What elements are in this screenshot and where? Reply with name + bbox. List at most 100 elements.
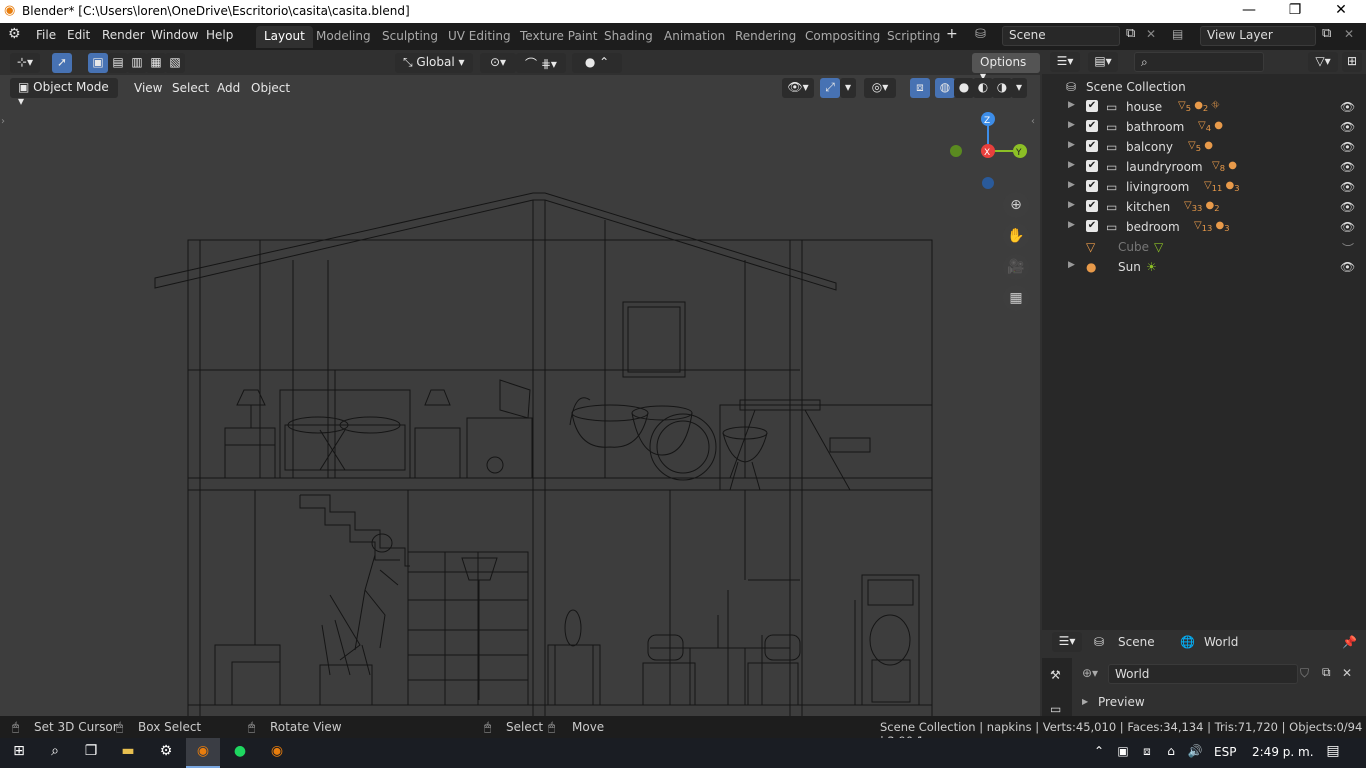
expand-icon[interactable]: ▶ bbox=[1068, 180, 1075, 190]
delete-view-layer-icon[interactable]: ✕ bbox=[1344, 27, 1354, 41]
expand-icon[interactable]: ▶ bbox=[1068, 260, 1075, 270]
expand-icon[interactable]: ▶ bbox=[1068, 220, 1075, 230]
options-dropdown[interactable]: Options ▾ bbox=[972, 53, 1040, 83]
blender-launcher-icon[interactable]: ◉ bbox=[266, 743, 288, 759]
preview-expand-icon[interactable]: ▶ bbox=[1082, 697, 1088, 706]
tree-row-collection[interactable]: ▶ ✔ ▭ laundryroom ▽8 ● 👁 bbox=[1042, 157, 1366, 177]
file-explorer-icon[interactable]: ▬ bbox=[117, 743, 139, 759]
expand-icon[interactable]: ▶ bbox=[1068, 160, 1075, 170]
proportional-editing-icon[interactable]: ● ⌃ bbox=[572, 53, 622, 73]
pan-hand-icon[interactable]: ✋ bbox=[1003, 223, 1029, 249]
tab-compositing[interactable]: Compositing bbox=[797, 26, 888, 48]
outliner-editor-type-icon[interactable]: ☰▾ bbox=[1050, 52, 1080, 72]
3d-viewport[interactable]: ⊹▾ ➚ ▣ ▤ ▥ ▦ ▧ ⤡ Global ▾ ⊙▾ ⌒ ⋕▾ ● ⌃ Op… bbox=[0, 50, 1040, 716]
toolbar-expand-icon[interactable]: › bbox=[1, 116, 5, 127]
pivot-point-icon[interactable]: ⊙▾ bbox=[480, 53, 516, 73]
exclude-checkbox[interactable]: ✔ bbox=[1086, 200, 1098, 212]
input-language[interactable]: ESP bbox=[1214, 745, 1236, 759]
task-view-icon[interactable]: ❐ bbox=[80, 743, 102, 759]
exclude-checkbox[interactable]: ✔ bbox=[1086, 180, 1098, 192]
filter-icon[interactable]: ▽▾ bbox=[1308, 52, 1338, 72]
menu-view[interactable]: View bbox=[128, 79, 168, 97]
exclude-checkbox[interactable]: ✔ bbox=[1086, 160, 1098, 172]
search-icon[interactable]: ⌕ bbox=[44, 743, 66, 759]
select-new-icon[interactable]: ▣ bbox=[88, 53, 108, 73]
visibility-eye-icon[interactable]: 👁 bbox=[1340, 180, 1355, 194]
new-world-icon[interactable]: ⧉ bbox=[1322, 665, 1331, 680]
menu-select[interactable]: Select bbox=[166, 79, 215, 97]
tray-app-icon[interactable]: ▣ bbox=[1114, 744, 1132, 758]
camera-view-icon[interactable]: 🎥 bbox=[1003, 254, 1029, 280]
exclude-checkbox[interactable]: ✔ bbox=[1086, 120, 1098, 132]
menu-add[interactable]: Add bbox=[211, 79, 246, 97]
expand-icon[interactable]: ▶ bbox=[1068, 200, 1075, 210]
scene-tab[interactable]: Scene bbox=[1118, 635, 1155, 649]
expand-icon[interactable]: ▶ bbox=[1068, 140, 1075, 150]
display-mode-icon[interactable]: ▤▾ bbox=[1088, 52, 1118, 72]
zoom-icon[interactable]: ⊕ bbox=[1003, 192, 1029, 218]
tree-row-object[interactable]: ▶ ● Sun ☀ 👁 bbox=[1042, 257, 1366, 277]
visibility-eye-icon[interactable]: 👁 bbox=[1340, 260, 1355, 274]
visibility-eye-icon[interactable]: 👁 bbox=[1340, 200, 1355, 214]
notifications-icon[interactable]: ▤ bbox=[1322, 743, 1344, 759]
world-datablock-icon[interactable]: ⊕▾ bbox=[1082, 666, 1098, 680]
fake-user-icon[interactable]: ⛉ bbox=[1300, 666, 1309, 681]
world-field[interactable]: World bbox=[1108, 664, 1298, 684]
outliner-search-input[interactable]: ⌕ bbox=[1134, 52, 1264, 72]
tray-camera-icon[interactable]: ⧈ bbox=[1138, 744, 1156, 759]
menu-object[interactable]: Object bbox=[245, 79, 296, 97]
material-shading-icon[interactable]: ◐ bbox=[973, 78, 993, 98]
tab-rendering[interactable]: Rendering bbox=[727, 26, 804, 48]
exclude-checkbox[interactable]: ✔ bbox=[1086, 220, 1098, 232]
overlays-icon[interactable]: ◎▾ bbox=[864, 78, 896, 98]
tab-texture-paint[interactable]: Texture Paint bbox=[512, 26, 605, 48]
select-intersect-icon[interactable]: ▧ bbox=[165, 53, 185, 73]
unlink-world-icon[interactable]: ✕ bbox=[1342, 666, 1352, 680]
tab-shading[interactable]: Shading bbox=[596, 26, 661, 48]
solid-shading-icon[interactable]: ● bbox=[954, 78, 974, 98]
menu-edit[interactable]: Edit bbox=[67, 28, 90, 42]
pin-icon[interactable]: 📌 bbox=[1342, 635, 1357, 649]
scene-field[interactable]: Scene bbox=[1002, 26, 1120, 46]
transform-orientation-dropdown[interactable]: ⤡ Global ▾ bbox=[395, 53, 473, 73]
view-layer-field[interactable]: View Layer bbox=[1200, 26, 1316, 46]
navigation-gizmo[interactable]: Z Y X bbox=[940, 108, 1040, 198]
windows-start-icon[interactable]: ⊞ bbox=[8, 743, 30, 759]
tray-overflow-icon[interactable]: ⌃ bbox=[1090, 744, 1108, 758]
gizmo-icon[interactable]: ⤢ bbox=[820, 78, 840, 98]
select-extend-icon[interactable]: ▤ bbox=[108, 53, 128, 73]
tab-sculpting[interactable]: Sculpting bbox=[374, 26, 446, 48]
menu-help[interactable]: Help bbox=[206, 28, 233, 42]
menu-render[interactable]: Render bbox=[102, 28, 145, 42]
tab-modeling[interactable]: Modeling bbox=[308, 26, 379, 48]
settings-icon[interactable]: ⚙ bbox=[155, 743, 177, 759]
tree-row-collection[interactable]: ▶ ✔ ▭ house ▽5 ●2 ⛗ 👁 bbox=[1042, 97, 1366, 117]
exclude-checkbox[interactable]: ✔ bbox=[1086, 100, 1098, 112]
visibility-eye-icon[interactable]: 👁 bbox=[1340, 100, 1355, 114]
blender-menu-icon[interactable]: ⚙ bbox=[8, 26, 21, 42]
tree-row-object[interactable]: ▽ Cube ▽ ︶ bbox=[1042, 237, 1366, 257]
world-tab[interactable]: World bbox=[1204, 635, 1238, 649]
expand-icon[interactable]: ▶ bbox=[1068, 100, 1075, 110]
shading-dropdown-icon[interactable]: ▾ bbox=[1011, 78, 1027, 98]
maximize-button[interactable]: ❐ bbox=[1272, 2, 1318, 18]
preview-panel-header[interactable]: Preview bbox=[1098, 695, 1145, 709]
scene-selector-icon[interactable]: ⛁ bbox=[975, 27, 986, 42]
add-workspace-icon[interactable]: + bbox=[946, 26, 958, 42]
close-window-button[interactable]: ✕ bbox=[1318, 2, 1364, 18]
visibility-eye-icon[interactable]: 👁 bbox=[1340, 220, 1355, 234]
minimize-button[interactable]: — bbox=[1226, 2, 1272, 18]
menu-window[interactable]: Window bbox=[151, 28, 198, 42]
tree-row-collection[interactable]: ▶ ✔ ▭ balcony ▽5 ● 👁 bbox=[1042, 137, 1366, 157]
render-tab-icon[interactable]: ▭ bbox=[1050, 702, 1061, 716]
exclude-checkbox[interactable]: ✔ bbox=[1086, 140, 1098, 152]
network-icon[interactable]: ⌂ bbox=[1162, 744, 1180, 758]
gizmo-dropdown-icon[interactable]: ▾ bbox=[840, 78, 856, 98]
sidebar-expand-icon[interactable]: ‹ bbox=[1031, 116, 1035, 127]
tab-animation[interactable]: Animation bbox=[656, 26, 733, 48]
blender-taskbar-button[interactable]: ◉ bbox=[186, 738, 220, 768]
visibility-eye-icon[interactable]: 👁 bbox=[1340, 120, 1355, 134]
select-subtract-icon[interactable]: ▥ bbox=[127, 53, 147, 73]
wireframe-shading-icon[interactable]: ◍ bbox=[935, 78, 955, 98]
neg-y-axis-icon[interactable] bbox=[950, 145, 962, 157]
